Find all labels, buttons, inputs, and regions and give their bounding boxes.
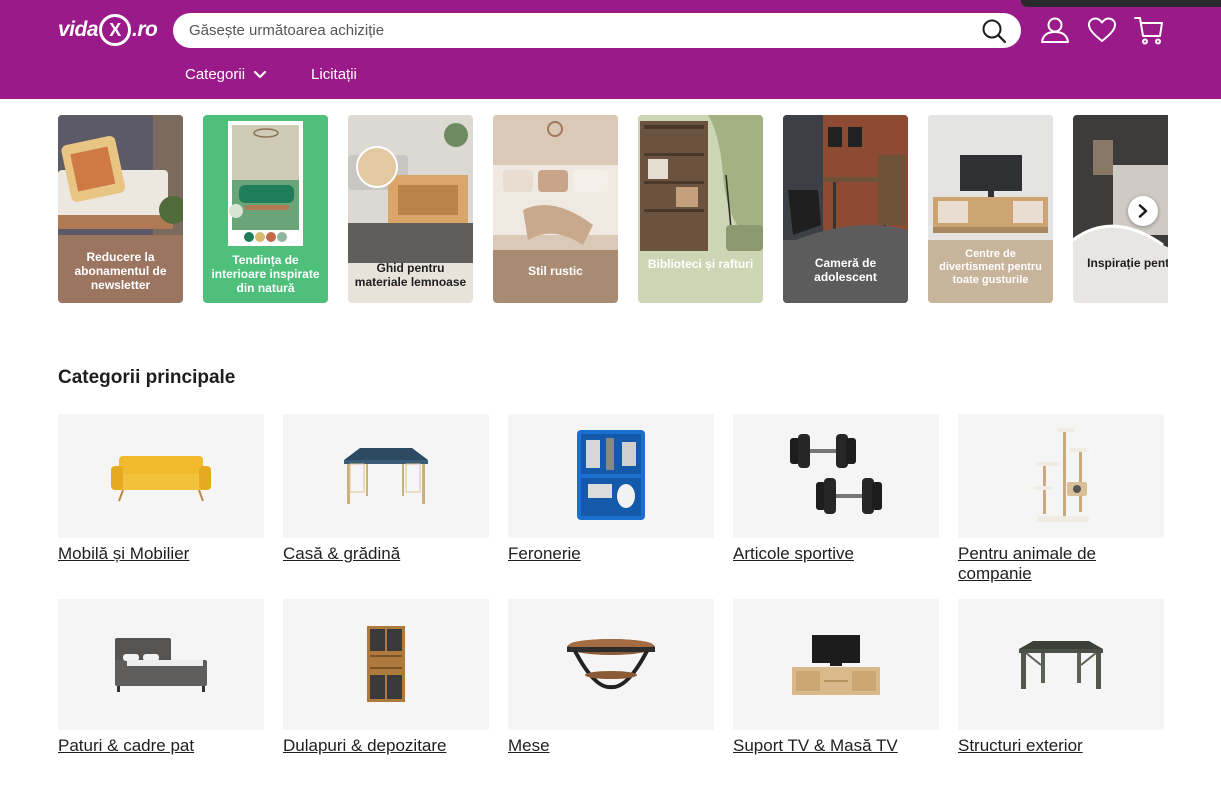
category-image xyxy=(283,414,489,538)
inspiration-card-nature[interactable]: Tendința de interioare inspirate din nat… xyxy=(203,115,328,303)
inspiration-label: Cameră de adolescent xyxy=(814,256,877,284)
inspiration-label: Inspirație pentru dormitor xyxy=(1087,256,1168,270)
inspiration-card-entertainment[interactable]: Centre de divertisment pentru toate gust… xyxy=(928,115,1053,303)
nav-licitatii-label: Licitații xyxy=(311,66,357,83)
category-tv-stands[interactable]: Suport TV & Masă TV xyxy=(733,599,939,756)
category-image xyxy=(508,414,714,538)
category-label: Casă & grădină xyxy=(283,544,401,563)
vidaxl-logo[interactable]: vida X .ro xyxy=(58,12,158,48)
category-image xyxy=(283,599,489,730)
category-sports[interactable]: Articole sportive xyxy=(733,414,939,564)
inspiration-label: Centre de divertisment pentru toate gust… xyxy=(939,248,1042,286)
category-label: Dulapuri & depozitare xyxy=(283,736,447,755)
category-label: Feronerie xyxy=(508,544,581,563)
category-label: Suport TV & Masă TV xyxy=(733,736,898,755)
sofa-image xyxy=(111,456,211,502)
category-image xyxy=(733,414,939,538)
category-hardware[interactable]: Feronerie xyxy=(508,414,714,564)
inspiration-label: Stil rustic xyxy=(528,264,583,278)
category-image xyxy=(508,599,714,730)
main-nav: Categorii Licitații xyxy=(185,66,357,83)
heart-icon[interactable] xyxy=(1086,14,1118,46)
category-image xyxy=(58,414,264,538)
inspiration-label: Tendința de interioare inspirate din nat… xyxy=(211,253,320,295)
inspiration-label: Biblioteci și rafturi xyxy=(647,257,754,271)
chevron-down-icon xyxy=(253,70,267,78)
logo-text-right: .ro xyxy=(132,18,158,41)
category-home-garden[interactable]: Casă & grădină xyxy=(283,414,489,564)
logo-text-left: vida xyxy=(58,18,99,41)
category-image xyxy=(733,599,939,730)
category-furniture[interactable]: Mobilă și Mobilier xyxy=(58,414,264,564)
nav-licitatii[interactable]: Licitații xyxy=(311,66,357,83)
search-bar xyxy=(173,13,1021,48)
category-image xyxy=(58,599,264,730)
category-label: Paturi & cadre pat xyxy=(58,736,195,755)
category-label: Structuri exterior xyxy=(958,736,1083,755)
category-image xyxy=(958,599,1164,730)
cabinet-image xyxy=(367,625,405,702)
pergola-image xyxy=(1019,640,1103,689)
category-tables[interactable]: Mese xyxy=(508,599,714,756)
search-input[interactable] xyxy=(189,22,949,39)
category-outdoor-structures[interactable]: Structuri exterior xyxy=(958,599,1164,756)
category-image xyxy=(958,414,1164,538)
section-title: Categorii principale xyxy=(58,367,236,388)
nav-categorii-label: Categorii xyxy=(185,66,246,83)
dumbbells-image xyxy=(790,434,882,514)
inspiration-card-newsletter[interactable]: Reducere la abonamentul de newsletter xyxy=(58,115,183,303)
inspiration-card-teen[interactable]: Cameră de adolescent xyxy=(783,115,908,303)
search-icon[interactable] xyxy=(981,18,1007,44)
inspiration-label: Ghid pentru materiale lemnoase xyxy=(354,261,467,289)
category-beds[interactable]: Paturi & cadre pat xyxy=(58,599,264,756)
gazebo-image xyxy=(344,448,428,504)
account-icon[interactable] xyxy=(1038,14,1070,46)
category-label: Mobilă și Mobilier xyxy=(58,544,190,563)
category-pets[interactable]: Pentru animale de companie xyxy=(958,414,1164,584)
site-header: vida X .ro Categorii Licitații xyxy=(0,0,1221,99)
chevron-right-icon xyxy=(1138,204,1148,218)
shelves-photo xyxy=(638,115,763,303)
bed-image xyxy=(115,637,207,692)
cart-icon[interactable] xyxy=(1133,14,1165,46)
category-label: Articole sportive xyxy=(733,544,854,563)
carousel-next-button[interactable] xyxy=(1128,196,1158,226)
inspiration-carousel: Reducere la abonamentul de newsletter Te… xyxy=(58,115,1168,305)
tv-stand-image xyxy=(792,634,880,695)
inspiration-card-shelves[interactable]: Biblioteci și rafturi xyxy=(638,115,763,303)
inspiration-card-rustic[interactable]: Stil rustic xyxy=(493,115,618,303)
toolcase-image xyxy=(577,430,645,520)
category-wardrobes[interactable]: Dulapuri & depozitare xyxy=(283,599,489,756)
coffee-table-image xyxy=(567,638,655,689)
inspiration-label: Reducere la abonamentul de newsletter xyxy=(74,250,167,292)
cat-tree-image xyxy=(1033,428,1089,522)
category-label: Pentru animale de companie xyxy=(958,544,1096,583)
nav-categorii[interactable]: Categorii xyxy=(185,66,267,83)
browser-overlay xyxy=(1021,0,1221,7)
inspiration-card-wood[interactable]: Ghid pentru materiale lemnoase xyxy=(348,115,473,303)
category-label: Mese xyxy=(508,736,550,755)
logo-x: X xyxy=(99,14,132,46)
